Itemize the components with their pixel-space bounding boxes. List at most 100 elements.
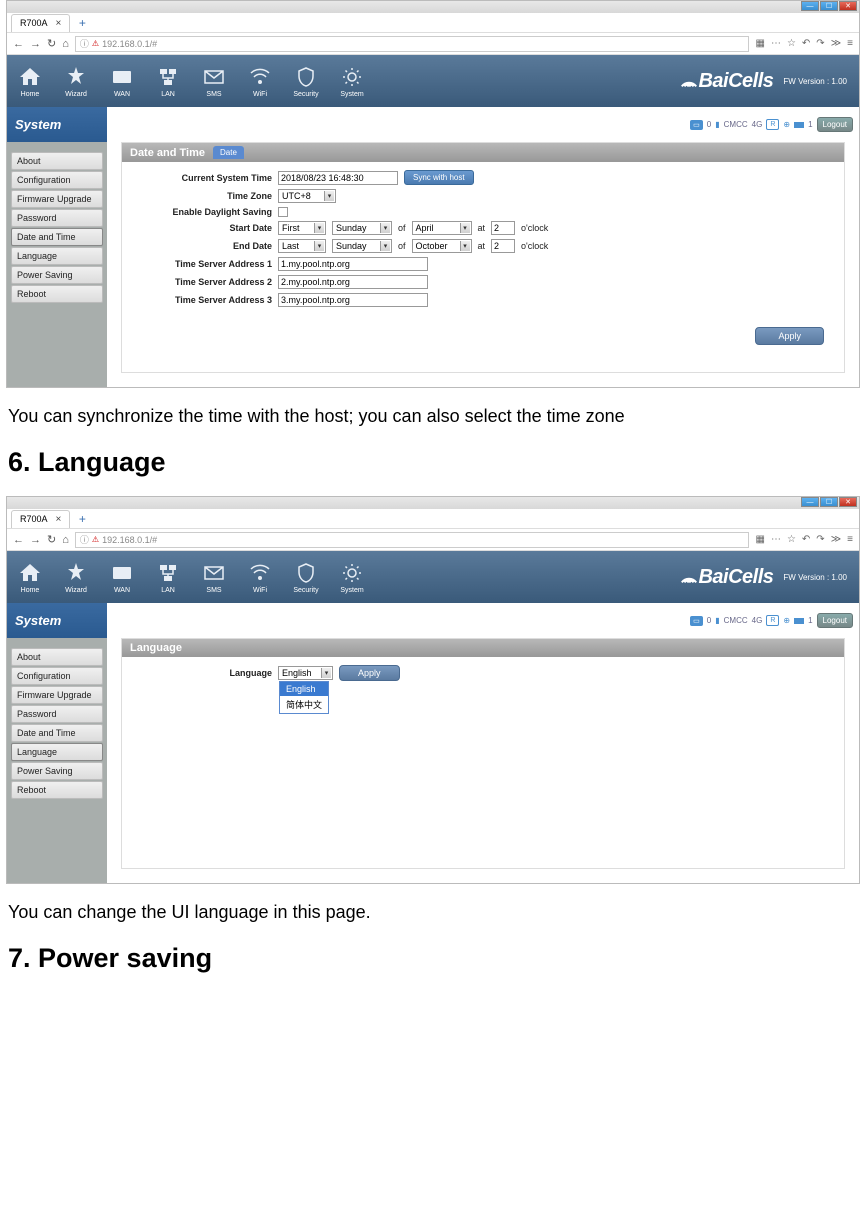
forward-button[interactable]: → — [30, 534, 41, 546]
reader-icon[interactable]: ▦ — [755, 38, 764, 49]
nav-system[interactable]: System — [329, 64, 375, 98]
window-minimize-button[interactable]: — — [801, 497, 819, 507]
sidebar-item-password[interactable]: Password — [11, 705, 103, 723]
nav-lan[interactable]: LAN — [145, 560, 191, 594]
ts3-input[interactable] — [278, 293, 428, 307]
sidebar-item-configuration[interactable]: Configuration — [11, 171, 103, 189]
window-minimize-button[interactable]: — — [801, 1, 819, 11]
more-icon[interactable]: ⋯ — [771, 38, 781, 49]
nav-home[interactable]: Home — [7, 560, 53, 594]
start-pos-select[interactable]: First▾ — [278, 221, 326, 235]
start-month-select[interactable]: April▾ — [412, 221, 472, 235]
bookmark-icon[interactable]: ☆ — [787, 534, 796, 545]
window-maximize-button[interactable]: ☐ — [820, 497, 838, 507]
url-input[interactable]: ⓘ ⚠ 192.168.0.1/# — [75, 532, 750, 548]
sidebar-item-password[interactable]: Password — [11, 209, 103, 227]
nav-wizard[interactable]: Wizard — [53, 64, 99, 98]
nav-wan[interactable]: WAN — [99, 560, 145, 594]
home-button[interactable]: ⌂ — [62, 534, 69, 546]
sidebar-item-language[interactable]: Language — [11, 743, 103, 761]
start-hour-input[interactable] — [491, 221, 515, 235]
timezone-select[interactable]: UTC+8▾ — [278, 189, 336, 203]
nav-security[interactable]: Security — [283, 64, 329, 98]
sidebar-item-date-and-time[interactable]: Date and Time — [11, 228, 103, 246]
reload-button[interactable]: ↻ — [47, 533, 56, 546]
back-button[interactable]: ← — [13, 534, 24, 546]
tab-close-icon[interactable]: × — [56, 514, 62, 525]
sidebar-item-power-saving[interactable]: Power Saving — [11, 762, 103, 780]
wizard-icon — [63, 64, 89, 90]
end-pos-select[interactable]: Last▾ — [278, 239, 326, 253]
nav-system[interactable]: System — [329, 560, 375, 594]
nav-home[interactable]: Home — [7, 64, 53, 98]
status-net: 4G — [752, 616, 763, 625]
home-button[interactable]: ⌂ — [62, 38, 69, 50]
sidebar-item-reboot[interactable]: Reboot — [11, 285, 103, 303]
window-close-button[interactable]: ✕ — [839, 1, 857, 11]
end-month-select[interactable]: October▾ — [412, 239, 472, 253]
ts1-input[interactable] — [278, 257, 428, 271]
current-time-input[interactable] — [278, 171, 398, 185]
signal-icon: ▮ — [715, 616, 719, 625]
sidebar-item-firmware-upgrade[interactable]: Firmware Upgrade — [11, 686, 103, 704]
sidebar-item-reboot[interactable]: Reboot — [11, 781, 103, 799]
nav-lan[interactable]: LAN — [145, 64, 191, 98]
browser-tab-strip: R700A × + — [7, 13, 859, 33]
menu-icon[interactable]: ≡ — [847, 38, 853, 49]
nav-wifi[interactable]: WiFi — [237, 560, 283, 594]
overflow-icon[interactable]: ≫ — [831, 534, 841, 545]
nav-wifi[interactable]: WiFi — [237, 64, 283, 98]
nav-wan[interactable]: WAN — [99, 64, 145, 98]
forward-button[interactable]: → — [30, 38, 41, 50]
sidebar-item-date-and-time[interactable]: Date and Time — [11, 724, 103, 742]
window-close-button[interactable]: ✕ — [839, 497, 857, 507]
sync-with-host-button[interactable]: Sync with host — [404, 170, 474, 185]
browser-tab[interactable]: R700A × — [11, 14, 70, 32]
window-titlebar: — ☐ ✕ — [7, 497, 859, 509]
overflow-icon[interactable]: ≫ — [831, 38, 841, 49]
tab-close-icon[interactable]: × — [56, 18, 62, 29]
nav-security[interactable]: Security — [283, 560, 329, 594]
bookmark-icon[interactable]: ☆ — [787, 38, 796, 49]
panel-tab-date[interactable]: Date — [213, 146, 244, 159]
new-tab-button[interactable]: + — [74, 15, 90, 31]
sidebar-item-about[interactable]: About — [11, 648, 103, 666]
logout-button[interactable]: Logout — [817, 613, 853, 628]
reader-icon[interactable]: ▦ — [755, 534, 764, 545]
security-icon — [293, 560, 319, 586]
apply-button[interactable]: Apply — [755, 327, 824, 345]
redo-icon[interactable]: ↷ — [816, 534, 824, 545]
more-icon[interactable]: ⋯ — [771, 534, 781, 545]
nav-sms[interactable]: SMS — [191, 64, 237, 98]
url-input[interactable]: ⓘ ⚠ 192.168.0.1/# — [75, 36, 750, 52]
nav-wizard[interactable]: Wizard — [53, 560, 99, 594]
battery-icon — [794, 618, 804, 624]
sidebar-item-language[interactable]: Language — [11, 247, 103, 265]
apply-button[interactable]: Apply — [339, 665, 400, 681]
dst-checkbox[interactable] — [278, 207, 288, 217]
language-select[interactable]: English ▾ English 简体中文 — [278, 666, 333, 680]
sidebar-item-firmware-upgrade[interactable]: Firmware Upgrade — [11, 190, 103, 208]
screenshot-date-time: — ☐ ✕ R700A × + ← → ↻ ⌂ ⓘ ⚠ 192.168.0.1/… — [6, 0, 860, 388]
menu-icon[interactable]: ≡ — [847, 534, 853, 545]
undo-icon[interactable]: ↶ — [802, 38, 810, 49]
sidebar-item-configuration[interactable]: Configuration — [11, 667, 103, 685]
start-day-select[interactable]: Sunday▾ — [332, 221, 392, 235]
end-day-select[interactable]: Sunday▾ — [332, 239, 392, 253]
redo-icon[interactable]: ↷ — [816, 38, 824, 49]
browser-tab[interactable]: R700A × — [11, 510, 70, 528]
reload-button[interactable]: ↻ — [47, 37, 56, 50]
logout-button[interactable]: Logout — [817, 117, 853, 132]
language-option-english[interactable]: English — [280, 682, 328, 696]
nav-sms[interactable]: SMS — [191, 560, 237, 594]
undo-icon[interactable]: ↶ — [802, 534, 810, 545]
new-tab-button[interactable]: + — [74, 511, 90, 527]
window-maximize-button[interactable]: ☐ — [820, 1, 838, 11]
back-button[interactable]: ← — [13, 38, 24, 50]
ts2-input[interactable] — [278, 275, 428, 289]
sidebar-item-about[interactable]: About — [11, 152, 103, 170]
system-icon — [339, 560, 365, 586]
language-option-chinese[interactable]: 简体中文 — [280, 696, 328, 713]
end-hour-input[interactable] — [491, 239, 515, 253]
sidebar-item-power-saving[interactable]: Power Saving — [11, 266, 103, 284]
